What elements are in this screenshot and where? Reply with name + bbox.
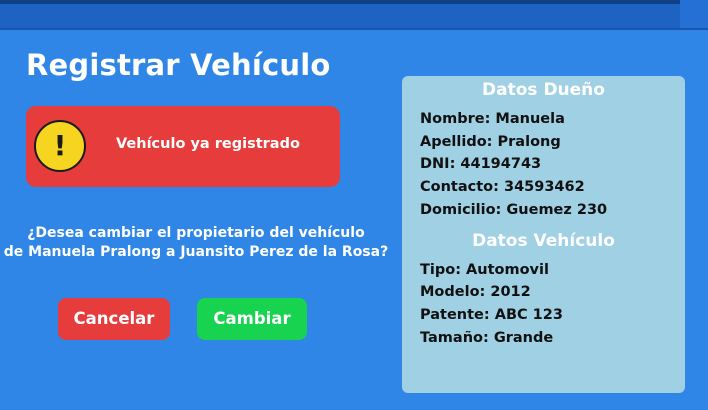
exclamation-warning-icon: ! (34, 120, 86, 172)
owner-heading: Datos Dueño (482, 80, 605, 100)
owner-dni: DNI: 44194743 (420, 156, 542, 172)
page-title: Registrar Vehículo (26, 48, 331, 82)
change-owner-question: ¿Desea cambiar el propietario del vehícu… (0, 224, 392, 262)
question-line-1: ¿Desea cambiar el propietario del vehícu… (27, 225, 365, 241)
cancel-button[interactable]: Cancelar (58, 298, 170, 340)
already-registered-alert: ! Vehículo ya registrado (26, 106, 340, 187)
top-bar-corner (680, 0, 708, 28)
top-bar (0, 0, 708, 30)
change-button[interactable]: Cambiar (197, 298, 307, 340)
alert-message: Vehículo ya registrado (116, 136, 300, 152)
owner-surname: Apellido: Pralong (420, 134, 561, 150)
top-bar-strip (0, 0, 708, 4)
info-panel: Datos Dueño Nombre: Manuela Apellido: Pr… (402, 76, 685, 393)
vehicle-model: Modelo: 2012 (420, 284, 531, 300)
owner-contact: Contacto: 34593462 (420, 179, 585, 195)
warning-symbol: ! (53, 129, 67, 162)
vehicle-heading: Datos Vehículo (472, 231, 615, 251)
question-line-2: de Manuela Pralong a Juansito Perez de l… (3, 244, 389, 260)
owner-name: Nombre: Manuela (420, 111, 565, 127)
vehicle-type: Tipo: Automovil (420, 262, 549, 278)
vehicle-plate: Patente: ABC 123 (420, 307, 563, 323)
owner-address: Domicilio: Guemez 230 (420, 202, 608, 218)
vehicle-size: Tamaño: Grande (420, 330, 554, 346)
